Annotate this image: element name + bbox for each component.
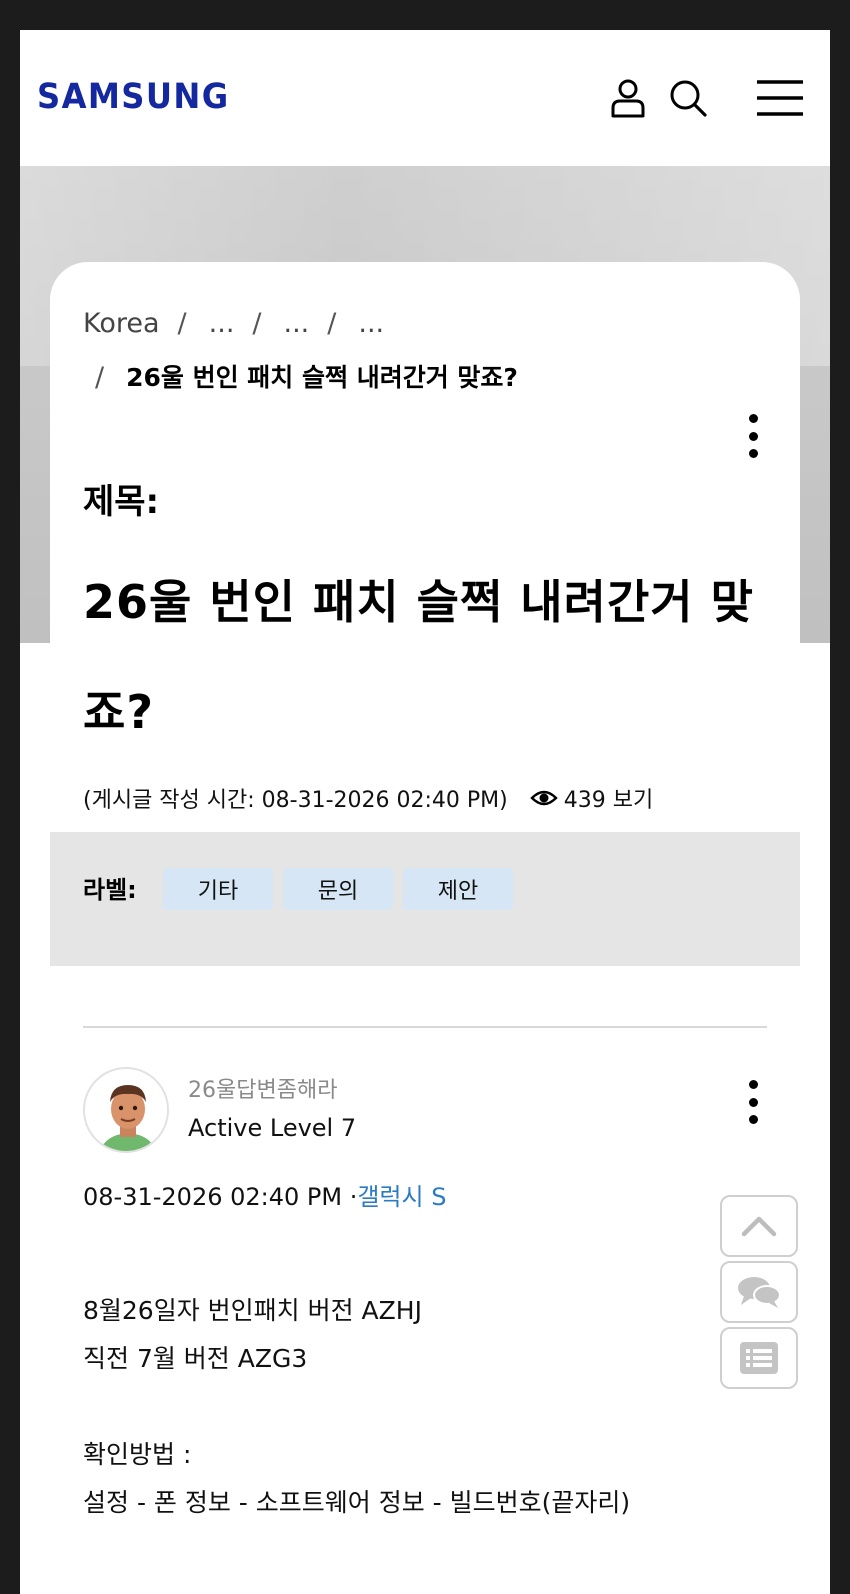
breadcrumb-separator: / [177,308,187,339]
label-chip[interactable]: 문의 [283,868,393,910]
list-button[interactable] [720,1327,798,1389]
divider [83,1026,767,1028]
label-chip[interactable]: 제안 [403,868,513,910]
author-level: Active Level 7 [188,1114,357,1142]
logo-text: SAMSUNG [37,77,230,117]
author-name[interactable]: 26울답변좀해라 [188,1072,337,1104]
post-timestamp: (게시글 작성 시간: 08-31-2026 02:40 PM) [83,788,508,813]
breadcrumb-separator: / [327,308,337,339]
breadcrumb-item[interactable]: ... [284,306,310,342]
post-options-icon[interactable] [743,414,763,458]
user-icon[interactable] [608,78,648,118]
chevron-up-icon [741,1216,777,1237]
breadcrumb-item[interactable]: ... [358,306,384,342]
scroll-top-button[interactable] [720,1195,798,1257]
category-link[interactable]: 갤럭시 S [357,1183,446,1211]
body-line: 직전 7월 버전 AZG3 [83,1344,308,1373]
body-line: 설정 - 폰 정보 - 소프트웨어 정보 - 빌드번호(끝자리) [83,1488,631,1517]
views-count: 439 보기 [530,782,653,814]
samsung-logo[interactable]: SAMSUNG [37,72,246,122]
breadcrumb-item-korea[interactable]: Korea [83,306,160,342]
page: SAMSUNG Korea /... /... /... / 26울 번인 패치… [20,30,830,1594]
body-line: 8월26일자 번인패치 버전 AZHJ [83,1296,422,1325]
labels-bar: 라벨: 기타 문의 제안 [50,832,800,966]
subject-label: 제목: [83,482,160,522]
label-chip[interactable]: 기타 [163,868,273,910]
body-line: 확인방법 : [83,1440,192,1469]
post-body: 8월26일자 번인패치 버전 AZHJ 직전 7월 버전 AZG3 확인방법 :… [83,1287,630,1527]
breadcrumb: Korea /... /... /... / 26울 번인 패치 슬쩍 내려간거 맞죠? [83,306,723,396]
breadcrumb-separator: / [95,362,105,393]
avatar[interactable] [83,1067,169,1153]
list-icon [740,1342,778,1374]
menu-icon[interactable] [755,78,805,118]
breadcrumb-item[interactable]: ... [209,306,235,342]
post-date: 08-31-2026 02:40 PM ·갤럭시 S [83,1177,446,1212]
chat-icon [738,1277,781,1308]
body-spacer [83,1383,630,1431]
post-card: Korea /... /... /... / 26울 번인 패치 슬쩍 내려간거 맞죠?… [50,262,800,1594]
labels-title: 라벨: [83,876,137,904]
site-header: SAMSUNG [20,30,830,166]
chat-button[interactable] [720,1261,798,1323]
breadcrumb-separator: / [252,308,262,339]
eye-icon [530,790,558,806]
page-title: 26울 번인 패치 슬쩍 내려간거 맞죠? [83,575,754,739]
post-date-text: 08-31-2026 02:40 PM · [83,1183,358,1211]
reply-options-icon[interactable] [743,1080,763,1124]
views-label: 439 보기 [563,788,654,813]
breadcrumb-current: 26울 번인 패치 슬쩍 내려간거 맞죠? [126,363,518,392]
search-icon[interactable] [668,78,708,118]
post-meta: (게시글 작성 시간: 08-31-2026 02:40 PM) 439 보기 [83,782,653,814]
